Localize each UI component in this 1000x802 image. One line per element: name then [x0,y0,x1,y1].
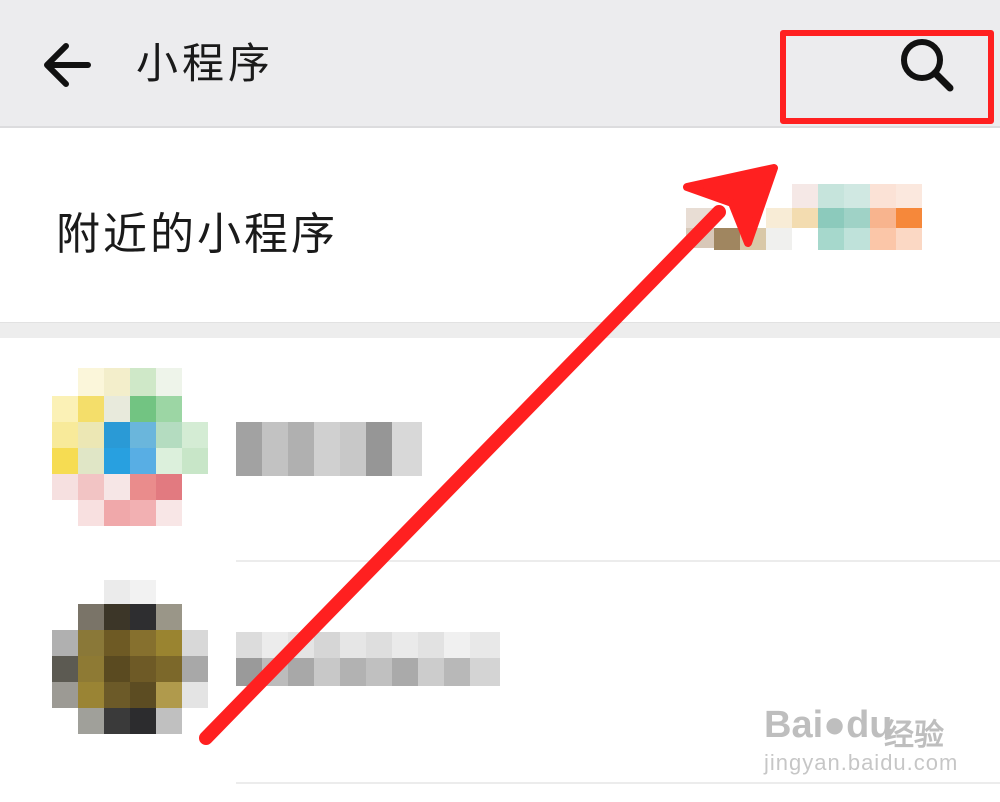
arrow-left-icon [44,43,91,87]
search-highlight-box [780,30,994,124]
page-title: 小程序 [136,39,275,88]
nearby-mini-programs-row[interactable]: 附近的小程序 [0,130,1000,322]
watermark-url: jingyan.baidu.com [764,750,959,775]
nearby-thumbnails [686,184,922,250]
mini-program-name-blurred [236,422,422,476]
watermark-subtitle: 经验 [884,718,944,753]
watermark-brand: Bai●du [764,704,893,746]
mini-program-avatar [52,368,212,528]
mini-program-avatar [52,580,212,740]
mini-program-list-item[interactable] [0,338,1000,560]
baidu-jingyan-watermark: Bai●du 经验 jingyan.baidu.com [764,692,957,792]
nearby-mini-programs-label: 附近的小程序 [56,209,338,260]
section-separator [0,322,1000,339]
back-button[interactable] [38,38,98,92]
mini-program-name-blurred [236,632,500,686]
